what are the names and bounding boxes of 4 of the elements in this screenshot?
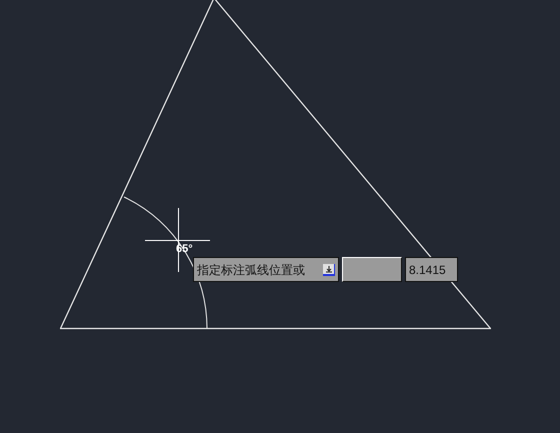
input-field[interactable]: [342, 257, 402, 282]
prompt-text: 指定标注弧线位置或: [197, 262, 305, 278]
distance-field[interactable]: 8.1415: [405, 257, 458, 282]
options-icon[interactable]: [323, 264, 335, 276]
